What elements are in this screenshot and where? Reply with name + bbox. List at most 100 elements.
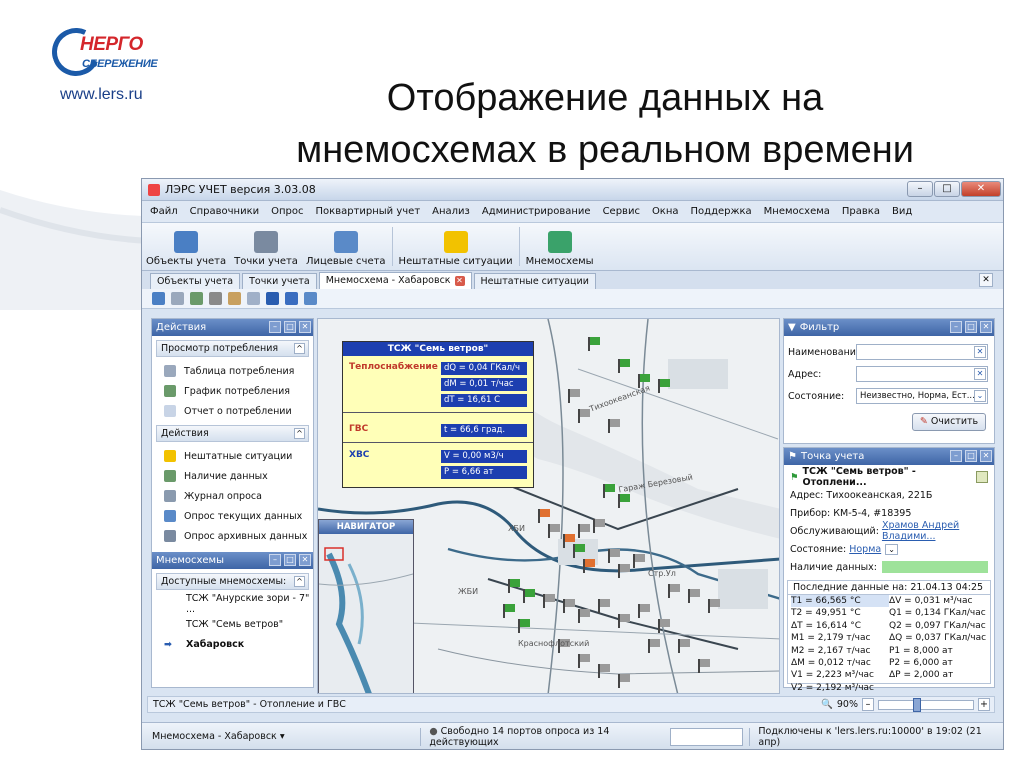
menu-service[interactable]: Сервис — [603, 206, 640, 217]
report-icon[interactable] — [247, 292, 260, 305]
clear-field-icon[interactable]: ✕ — [974, 368, 986, 380]
panel-pin-button[interactable]: □ — [965, 321, 977, 333]
map-flag-icon[interactable] — [523, 589, 535, 603]
map-flag-icon[interactable] — [618, 494, 630, 508]
table-icon[interactable] — [190, 292, 203, 305]
close-tab-icon[interactable]: ✕ — [454, 276, 465, 286]
service-link[interactable]: Храмов Андрей Владими... — [882, 520, 994, 542]
zoom-out-button[interactable]: – — [862, 698, 874, 711]
state-link[interactable]: Норма — [849, 544, 881, 555]
consumption-report-item[interactable]: Отчет о потреблении — [152, 401, 313, 421]
zoom-slider[interactable] — [878, 697, 974, 712]
accounts-button[interactable]: Лицевые счета — [302, 223, 390, 270]
clear-filter-button[interactable]: ✎ Очистить — [912, 413, 986, 431]
minimize-button[interactable]: – — [907, 181, 933, 197]
map-flag-icon[interactable] — [588, 337, 600, 351]
map-flag-icon[interactable] — [608, 419, 620, 433]
map-flag-icon[interactable] — [638, 604, 650, 618]
edit-icon[interactable] — [228, 292, 241, 305]
map-flag-icon[interactable] — [503, 604, 515, 618]
map-flag-icon[interactable] — [543, 594, 555, 608]
panel-pin-button[interactable]: □ — [965, 450, 977, 462]
actions-section-header[interactable]: Действия ^ — [156, 425, 309, 442]
map-flag-icon[interactable] — [593, 519, 605, 533]
data-availability-item[interactable]: Наличие данных — [152, 466, 313, 486]
zoom-slider-knob[interactable] — [913, 697, 921, 712]
poll-current-item[interactable]: Опрос текущих данных — [152, 506, 313, 526]
maximize-button[interactable]: □ — [934, 181, 960, 197]
panel-close-button[interactable]: ✕ — [299, 554, 311, 566]
mnemo-button[interactable]: Мнемосхемы — [522, 223, 598, 270]
select-icon[interactable] — [152, 292, 165, 305]
map-flag-icon[interactable] — [678, 639, 690, 653]
chevron-up-icon[interactable]: ^ — [294, 576, 305, 587]
menu-admin[interactable]: Администрирование — [482, 206, 591, 217]
mnemo-item[interactable]: ТСЖ "Анурские зори - 7" ... — [152, 593, 313, 615]
close-all-tabs-button[interactable]: ✕ — [979, 273, 993, 287]
map-flag-icon[interactable] — [603, 484, 615, 498]
panel-pin-button[interactable]: □ — [284, 321, 296, 333]
map-flag-icon[interactable] — [618, 564, 630, 578]
alarms-button[interactable]: Нештатные ситуации — [395, 223, 517, 270]
map-flag-icon[interactable] — [648, 639, 660, 653]
map-flag-icon[interactable] — [578, 524, 590, 538]
edit-icon[interactable] — [976, 471, 988, 483]
poll-log-item[interactable]: Журнал опроса — [152, 486, 313, 506]
list-icon[interactable] — [171, 292, 184, 305]
menu-support[interactable]: Поддержка — [691, 206, 752, 217]
menu-edit[interactable]: Правка — [842, 206, 880, 217]
map-flag-icon[interactable] — [618, 674, 630, 688]
panel-close-button[interactable]: ✕ — [980, 321, 992, 333]
panel-minimize-button[interactable]: – — [269, 554, 281, 566]
mnemo-map[interactable]: Тихоокеанская ЖБИ ХБИ Краснофлотский Гар… — [317, 318, 780, 694]
objects-button[interactable]: Объекты учета — [142, 223, 230, 270]
name-filter-input[interactable]: ✕ — [856, 344, 988, 360]
menu-apartment[interactable]: Поквартирный учет — [316, 206, 421, 217]
menu-analysis[interactable]: Анализ — [432, 206, 470, 217]
map-flag-icon[interactable] — [583, 559, 595, 573]
chevron-down-icon[interactable]: ⌄ — [974, 390, 986, 402]
map-flag-icon[interactable] — [548, 524, 560, 538]
map-flag-icon[interactable] — [618, 359, 630, 373]
menu-mnemo[interactable]: Мнемосхема — [764, 206, 830, 217]
chevron-up-icon[interactable]: ^ — [294, 428, 305, 439]
map-flag-icon[interactable] — [578, 654, 590, 668]
mnemo-switch-dropdown[interactable]: Мнемосхема - Хабаровск ▾ — [142, 731, 420, 742]
chevron-up-icon[interactable]: ^ — [294, 343, 305, 354]
panel-minimize-button[interactable]: – — [950, 321, 962, 333]
chevron-down-icon[interactable]: ⌄ — [885, 543, 898, 555]
map-flag-icon[interactable] — [633, 554, 645, 568]
map-flag-icon[interactable] — [708, 599, 720, 613]
poll-archive-item[interactable]: Опрос архивных данных — [152, 526, 313, 546]
panel-close-button[interactable]: ✕ — [980, 450, 992, 462]
map-flag-icon[interactable] — [563, 599, 575, 613]
menu-poll[interactable]: Опрос — [271, 206, 303, 217]
map-flag-icon[interactable] — [658, 379, 670, 393]
map-flag-icon[interactable] — [598, 664, 610, 678]
state-filter-select[interactable]: Неизвестно, Норма, Ест... ⌄ — [856, 388, 988, 404]
panel-minimize-button[interactable]: – — [950, 450, 962, 462]
panel-minimize-button[interactable]: – — [269, 321, 281, 333]
object-info-box[interactable]: ТСЖ "Семь ветров" Теплоснабжение dQ = 0,… — [342, 341, 534, 488]
map-flag-icon[interactable] — [538, 509, 550, 523]
available-mnemo-header[interactable]: Доступные мнемосхемы: ^ — [156, 573, 309, 590]
map-flag-icon[interactable] — [518, 619, 530, 633]
mnemo-item[interactable]: ТСЖ "Семь ветров" — [152, 614, 313, 634]
consumption-section-header[interactable]: Просмотр потребления ^ — [156, 340, 309, 357]
map-flag-icon[interactable] — [658, 619, 670, 633]
refresh-icon[interactable] — [304, 292, 317, 305]
menu-file[interactable]: Файл — [150, 206, 178, 217]
map-navigator[interactable]: НАВИГАТОР — [318, 519, 414, 693]
mnemo-item-active[interactable]: ➡ Хабаровск — [152, 634, 313, 654]
points-button[interactable]: Точки учета — [230, 223, 302, 270]
consumption-chart-item[interactable]: График потребления — [152, 381, 313, 401]
panel-pin-button[interactable]: □ — [284, 554, 296, 566]
map-flag-icon[interactable] — [573, 544, 585, 558]
menu-windows[interactable]: Окна — [652, 206, 679, 217]
map-flag-icon[interactable] — [608, 549, 620, 563]
tab-alarms[interactable]: Нештатные ситуации — [473, 273, 596, 289]
filter-icon[interactable] — [209, 292, 222, 305]
tab-objects[interactable]: Объекты учета — [150, 273, 241, 289]
map-flag-icon[interactable] — [508, 579, 520, 593]
map-flag-icon[interactable] — [688, 589, 700, 603]
